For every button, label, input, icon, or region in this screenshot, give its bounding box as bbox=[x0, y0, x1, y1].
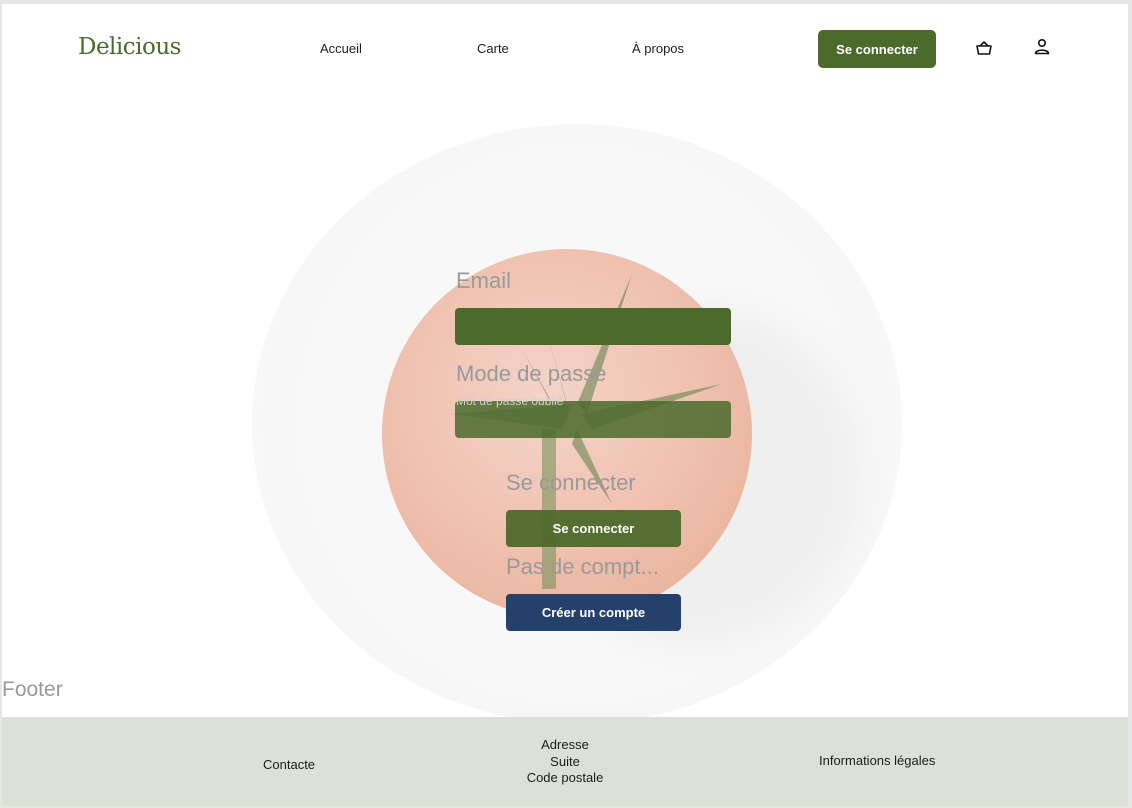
password-label: Mode de passe bbox=[456, 361, 607, 386]
footer-address-line: Adresse bbox=[541, 737, 589, 752]
footer-title: Footer bbox=[2, 678, 63, 701]
footer: Contacte Adresse Suite Code postale Info… bbox=[2, 717, 1128, 806]
header-login-button[interactable]: Se connecter bbox=[818, 30, 936, 68]
logo[interactable]: Delicious bbox=[78, 34, 181, 60]
page-frame: Delicious Accueil Carte À propos Se conn… bbox=[2, 4, 1128, 806]
forgot-password-link[interactable]: Mot de passe oublié bbox=[456, 394, 563, 408]
no-account-heading: Pas de compt... bbox=[506, 554, 659, 579]
footer-address-line: Code postale bbox=[526, 770, 604, 785]
login-button[interactable]: Se connecter bbox=[506, 510, 681, 547]
create-account-button[interactable]: Créer un compte bbox=[506, 594, 681, 631]
nav-carte[interactable]: Carte bbox=[477, 41, 509, 56]
footer-address: Adresse Suite Code postale bbox=[2, 737, 1128, 787]
user-icon[interactable] bbox=[1032, 37, 1052, 57]
email-label: Email bbox=[456, 268, 512, 293]
footer-legal-link[interactable]: Informations légales bbox=[819, 753, 935, 768]
nav-apropos[interactable]: À propos bbox=[632, 41, 684, 56]
login-heading: Se connecter bbox=[506, 470, 636, 495]
email-field[interactable] bbox=[455, 308, 731, 345]
basket-icon[interactable] bbox=[974, 38, 994, 58]
footer-address-line: Suite bbox=[550, 753, 580, 769]
nav-accueil[interactable]: Accueil bbox=[320, 41, 362, 56]
